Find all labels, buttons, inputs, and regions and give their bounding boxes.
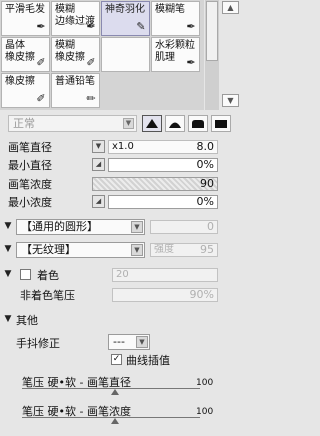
tip-shape-square-button[interactable] [211, 115, 231, 132]
curve-interpolation-checkbox[interactable]: ✓ [111, 354, 122, 365]
square-tip-icon [215, 120, 227, 128]
brush-shape-select[interactable]: 【通用的圆形】 ▼ [16, 219, 145, 235]
tool-slot[interactable]: 模糊 橡皮擦 ✐ [51, 37, 100, 72]
brush-icon: ✒ [86, 20, 96, 33]
brush-density-slider[interactable]: 90 [92, 177, 218, 191]
tool-slot[interactable]: 橡皮擦 ✐ [1, 73, 50, 108]
blend-mode-select[interactable]: 正常 ▼ [8, 115, 137, 132]
chevron-down-icon: ▼ [131, 221, 143, 233]
brush-tool-grid: 平滑毛发 ✒ 模糊 边缘过渡 ✒ 神奇羽化 ✎ 模糊笔 ✒ 晶体 橡皮擦 ✐ 模糊 橡皮擦 ✐ 水彩颗粒… [0, 0, 204, 110]
tool-label: 普通铅笔 [55, 76, 95, 87]
size-multiplier: x1.0 [112, 141, 134, 152]
scroll-up-button[interactable]: ▲ [222, 1, 239, 14]
brush-icon: ✒ [36, 20, 46, 33]
tool-slot[interactable]: 普通铅笔 ✏ [51, 73, 100, 108]
pressure-density-handle[interactable] [111, 418, 119, 424]
brush-size-label: 画笔直径 [8, 141, 52, 154]
chevron-down-icon[interactable]: ▼ [3, 314, 13, 324]
brush-size-slider[interactable]: x1.0 8.0 [108, 140, 218, 154]
pressure-density-icon[interactable]: ◢ [92, 195, 105, 208]
pressure-density-value: 100 [196, 407, 214, 417]
chevron-down-icon[interactable]: ▼ [3, 269, 13, 279]
scroll-down-button[interactable]: ▼ [222, 94, 239, 107]
tool-slot[interactable]: 平滑毛发 ✒ [1, 1, 50, 36]
stabilizer-label: 手抖修正 [16, 337, 60, 350]
rounded-tip-icon [192, 120, 204, 128]
brush-density-value: 90 [200, 177, 214, 190]
brush-shape-value: 【通用的圆形】 [21, 220, 98, 233]
brush-icon: ✒ [186, 20, 196, 33]
tool-slot[interactable]: 水彩颗粒 肌理 ✒ [151, 37, 200, 72]
tool-slot[interactable]: 晶体 橡皮擦 ✐ [1, 37, 50, 72]
stabilizer-select[interactable]: --- ▼ [108, 334, 150, 350]
feather-icon: ✎ [136, 20, 146, 33]
tool-label: 平滑毛发 [5, 4, 45, 15]
tool-label: 橡皮擦 [5, 76, 35, 87]
scrollbar-thumb[interactable] [206, 1, 218, 61]
color-checkbox[interactable] [20, 269, 31, 280]
pen-icon: ✐ [86, 56, 96, 69]
texture-value: 【无纹理】 [21, 243, 76, 256]
chevron-down-icon: ▼ [131, 244, 143, 256]
brush-density-label: 画笔浓度 [8, 178, 52, 191]
stabilizer-value: --- [113, 335, 125, 348]
pressure-size-icon[interactable]: ◢ [92, 158, 105, 171]
tool-grid-side-panel: ▲ ▼ [221, 0, 240, 110]
chevron-down-icon: ▼ [136, 336, 148, 348]
texture-strength-value: 95 [200, 243, 214, 256]
pressure-size-value: 100 [196, 378, 214, 388]
tool-label: 神奇羽化 [105, 4, 145, 15]
tool-label: 模糊笔 [155, 4, 185, 15]
round-tip-icon [169, 122, 181, 128]
min-size-slider[interactable]: 0% [108, 158, 218, 172]
chevron-down-icon[interactable]: ▼ [3, 244, 13, 254]
tool-slot[interactable] [101, 37, 150, 72]
blend-mode-value: 正常 [13, 117, 35, 130]
brush-icon: ✒ [186, 56, 196, 69]
triangle-tip-icon [146, 119, 158, 128]
other-section-label: 其他 [16, 314, 38, 327]
tool-slot[interactable]: 神奇羽化 ✎ [101, 1, 150, 36]
min-size-value: 0% [196, 158, 214, 171]
non-color-pressure-label: 非着色笔压 [20, 289, 75, 302]
size-range-dropdown-button[interactable]: ▼ [92, 140, 105, 153]
color-label: 着色 [37, 269, 59, 282]
tip-shape-triangle-button[interactable] [142, 115, 162, 132]
pressure-size-handle[interactable] [111, 389, 119, 395]
texture-select[interactable]: 【无纹理】 ▼ [16, 242, 145, 258]
pen-icon: ✐ [36, 92, 46, 105]
shape-strength-value: 0 [207, 220, 214, 233]
texture-strength-label: 强度 [154, 244, 174, 255]
pen-icon: ✐ [36, 56, 46, 69]
texture-strength-slider[interactable]: 强度 95 [150, 243, 218, 257]
min-density-value: 0% [196, 195, 214, 208]
min-size-label: 最小直径 [8, 159, 52, 172]
curve-interpolation-label: 曲线插值 [126, 354, 170, 367]
chevron-down-icon: ▼ [123, 118, 134, 129]
non-color-pressure-slider[interactable]: 90% [112, 288, 218, 302]
tool-slot[interactable]: 模糊 边缘过渡 ✒ [51, 1, 100, 36]
min-density-slider[interactable]: 0% [108, 195, 218, 209]
color-slider[interactable]: 20 [112, 268, 218, 282]
shape-strength-slider[interactable]: 0 [150, 220, 218, 234]
brush-size-value: 8.0 [196, 140, 215, 153]
non-color-pressure-value: 90% [189, 288, 214, 301]
color-value: 20 [116, 269, 129, 280]
tip-shape-round-button[interactable] [165, 115, 185, 132]
chevron-down-icon[interactable]: ▼ [3, 221, 13, 231]
tool-grid-scrollbar[interactable] [205, 0, 219, 110]
tool-slot[interactable]: 模糊笔 ✒ [151, 1, 200, 36]
tip-shape-rounded-button[interactable] [188, 115, 208, 132]
min-density-label: 最小浓度 [8, 196, 52, 209]
pencil-icon: ✏ [86, 92, 96, 105]
